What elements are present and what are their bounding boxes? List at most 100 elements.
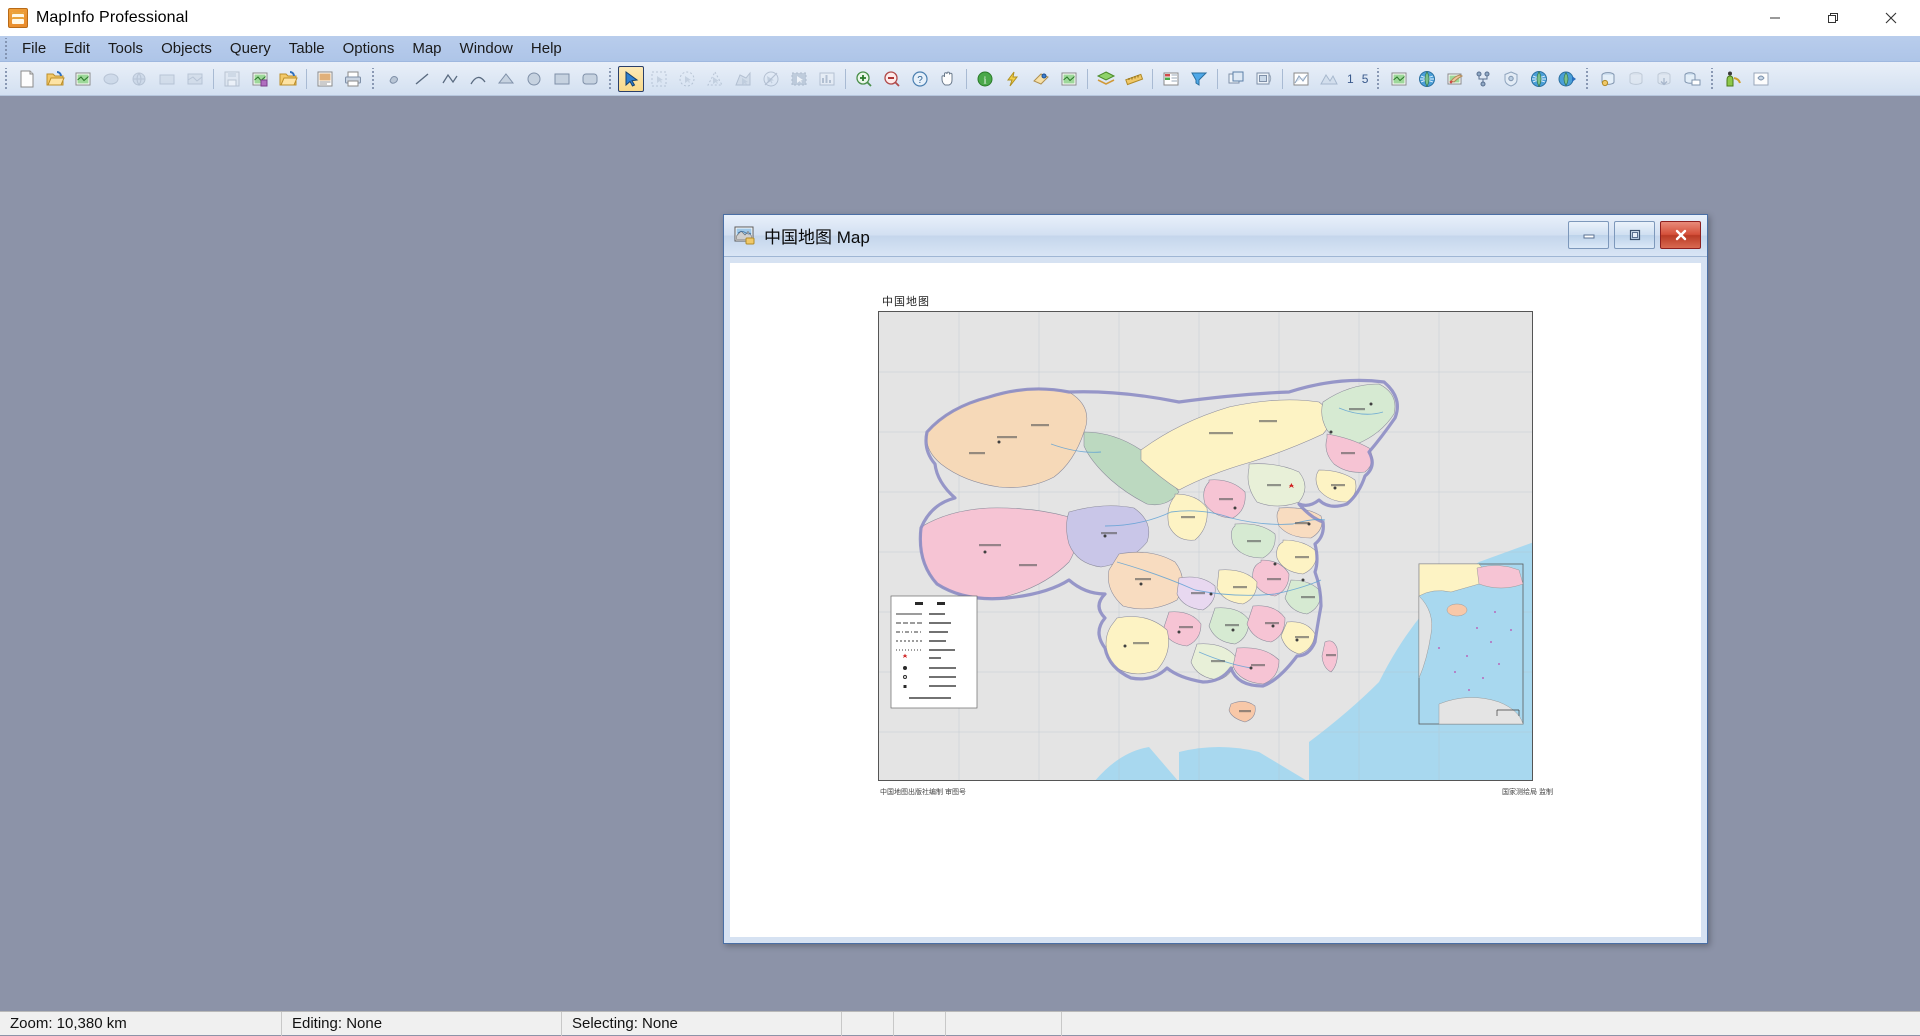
menu-options[interactable]: Options (334, 38, 404, 59)
polygon-select-icon[interactable] (702, 66, 728, 92)
invert-selection-icon[interactable] (786, 66, 812, 92)
ellipse-tool-icon[interactable] (521, 66, 547, 92)
menu-file[interactable]: File (13, 38, 55, 59)
arc-tool-icon[interactable] (465, 66, 491, 92)
map-minimize-button[interactable] (1568, 221, 1609, 249)
map-canvas[interactable]: 中国地图 中国地图出版社编制 审图号 国家测绘局 监制 (730, 263, 1701, 937)
save-copy-icon[interactable] (275, 66, 301, 92)
toolbar-grip-dbms[interactable] (1583, 67, 1592, 90)
print-preview-icon[interactable] (312, 66, 338, 92)
status-selecting[interactable]: Selecting: None (562, 1011, 842, 1036)
toolbar-grip-animation[interactable] (1708, 67, 1717, 90)
menubar-grip-handle[interactable] (2, 37, 10, 60)
save-table-icon[interactable] (219, 66, 245, 92)
rectangle-tool-icon[interactable] (549, 66, 575, 92)
tool-manager-icon[interactable] (1442, 66, 1468, 92)
boundary-select-icon[interactable] (730, 66, 756, 92)
open-remote-icon[interactable] (182, 66, 208, 92)
status-pane-4 (842, 1011, 894, 1036)
create-thematic-icon[interactable] (1720, 66, 1746, 92)
run-mapbasic-icon[interactable] (1386, 66, 1412, 92)
map-window[interactable]: 中国地图 Map 中国地图 中国地图出版社编制 审图号 国家测绘局 监制 (723, 214, 1708, 944)
app-restore-button[interactable] (1804, 0, 1862, 36)
layer-control-icon[interactable] (1093, 66, 1119, 92)
toolbar-separator (1152, 68, 1153, 89)
select-arrow-icon[interactable] (618, 65, 644, 92)
open-table-icon[interactable] (42, 66, 68, 92)
status-editing[interactable]: Editing: None (282, 1011, 562, 1036)
hotlink-icon[interactable] (1000, 66, 1026, 92)
menu-query[interactable]: Query (221, 38, 280, 59)
save-workspace-icon[interactable] (247, 66, 273, 92)
web-services-icon[interactable] (1526, 66, 1552, 92)
ruler-tool-icon[interactable] (1121, 66, 1147, 92)
menu-map[interactable]: Map (403, 38, 450, 59)
toolbar-separator (845, 68, 846, 89)
new-mapper-icon[interactable] (1223, 66, 1249, 92)
open-dbms-icon[interactable] (98, 66, 124, 92)
open-universal-icon[interactable] (154, 66, 180, 92)
label-tool-icon[interactable] (1028, 66, 1054, 92)
app-close-button[interactable] (1862, 0, 1920, 36)
map-restore-button[interactable] (1614, 221, 1655, 249)
workspace-resolver-icon[interactable] (1748, 66, 1774, 92)
unselect-all-icon[interactable] (758, 66, 784, 92)
coordinate-extractor-icon[interactable] (1470, 66, 1496, 92)
new-graph-icon[interactable] (1186, 66, 1212, 92)
map-close-button[interactable] (1660, 221, 1701, 249)
map-credit-left: 中国地图出版社编制 审图号 (880, 789, 966, 796)
symbol-tool-icon[interactable] (381, 66, 407, 92)
toolbar-grip-drawing[interactable] (369, 67, 377, 90)
graph-select-icon[interactable] (814, 66, 840, 92)
dbms-unlink-icon[interactable] (1679, 66, 1705, 92)
open-wms-icon[interactable] (126, 66, 152, 92)
polyline-tool-icon[interactable] (437, 66, 463, 92)
show-mapbasic-window-icon[interactable] (1414, 66, 1440, 92)
status-pane-6 (946, 1011, 1062, 1036)
line-tool-icon[interactable] (409, 66, 435, 92)
polygon-tool-icon[interactable] (493, 66, 519, 92)
info-tool-icon[interactable]: i (972, 66, 998, 92)
zoom-in-icon[interactable] (851, 66, 877, 92)
menu-window[interactable]: Window (451, 38, 522, 59)
rounded-rectangle-tool-icon[interactable] (577, 66, 603, 92)
new-layout-icon[interactable] (1251, 66, 1277, 92)
menu-table[interactable]: Table (280, 38, 334, 59)
map-window-titlebar[interactable]: 中国地图 Map (724, 215, 1707, 257)
status-zoom[interactable]: Zoom: 10,380 km (0, 1011, 282, 1036)
geocode-icon[interactable] (1554, 66, 1580, 92)
toolbar-separator (1087, 68, 1088, 89)
menu-edit[interactable]: Edit (55, 38, 99, 59)
crystal-reports-icon[interactable] (1498, 66, 1524, 92)
toolbar-group-dbms (1594, 62, 1706, 95)
map-window-controls (1568, 221, 1701, 249)
toolbar-grip-main[interactable] (606, 67, 614, 90)
toolbar-group-drawing (380, 62, 604, 95)
open-workspace-icon[interactable] (70, 66, 96, 92)
new-legend-icon[interactable] (1316, 66, 1342, 92)
menu-tools[interactable]: Tools (99, 38, 152, 59)
app-minimize-button[interactable] (1746, 0, 1804, 36)
dbms-refresh-icon[interactable] (1623, 66, 1649, 92)
dbms-connect-icon[interactable] (1595, 66, 1621, 92)
map-window-title: 中国地图 Map (764, 228, 870, 247)
mdi-desktop-area: 中国地图 Map 中国地图 中国地图出版社编制 审图号 国家测绘局 监制 (0, 96, 1920, 1011)
radius-select-icon[interactable] (674, 66, 700, 92)
menu-objects[interactable]: Objects (152, 38, 221, 59)
zoom-out-icon[interactable] (879, 66, 905, 92)
toolbar-grip-tools[interactable] (1374, 67, 1383, 90)
toolbar-grip-standard[interactable] (2, 67, 10, 90)
toolbar-group-tools (1385, 62, 1581, 95)
china-map-graphic (879, 312, 1532, 780)
change-view-icon[interactable]: ? (907, 66, 933, 92)
new-redistrict-icon[interactable] (1288, 66, 1314, 92)
menu-help[interactable]: Help (522, 38, 571, 59)
new-table-icon[interactable] (14, 66, 40, 92)
new-browser-icon[interactable] (1158, 66, 1184, 92)
drag-map-window-icon[interactable] (1056, 66, 1082, 92)
marquee-select-icon[interactable] (646, 66, 672, 92)
dbms-download-icon[interactable] (1651, 66, 1677, 92)
grabber-hand-icon[interactable] (935, 66, 961, 92)
print-icon[interactable] (340, 66, 366, 92)
map-frame[interactable] (878, 311, 1533, 781)
